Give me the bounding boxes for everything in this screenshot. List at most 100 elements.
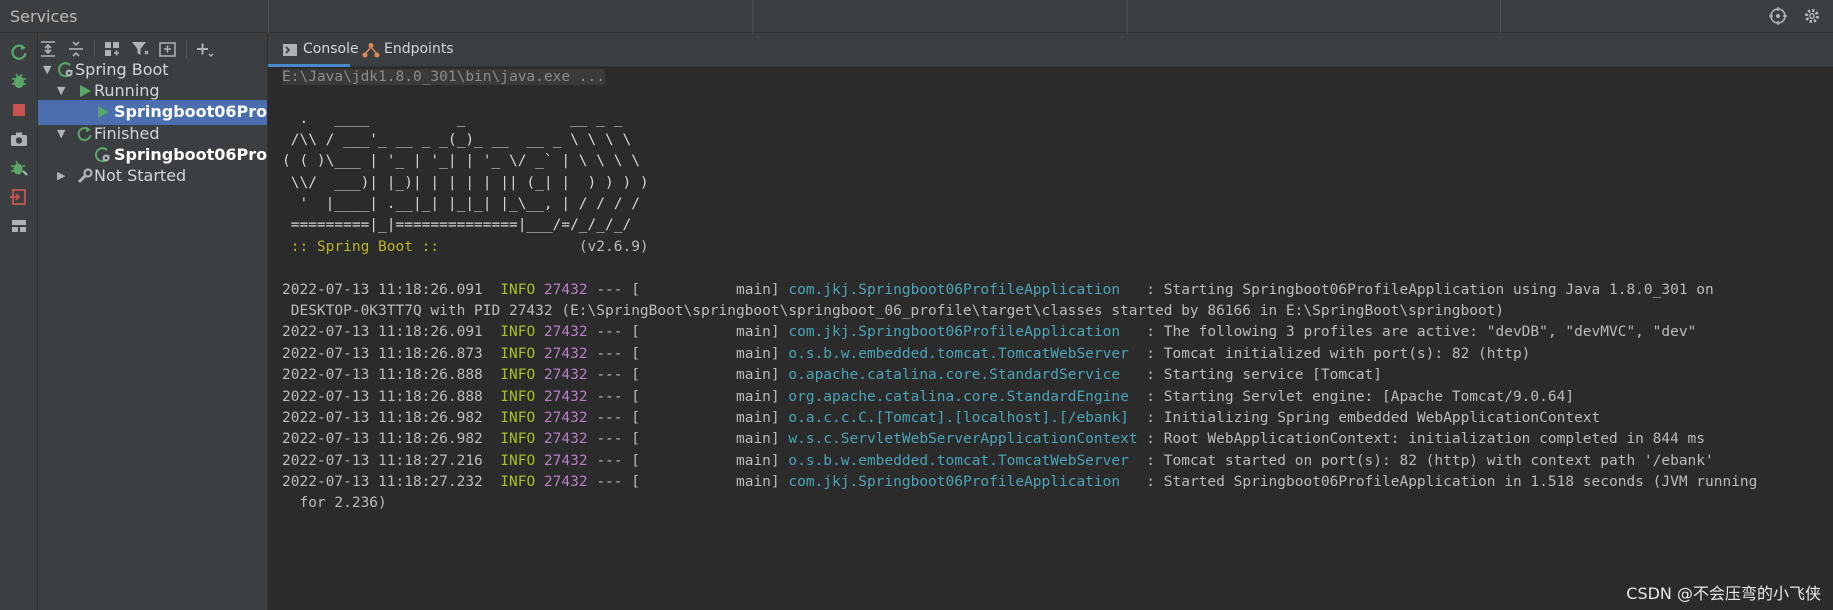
log-level: INFO: [500, 431, 536, 447]
services-tree-panel: ▼ Spring Boot ▼ Running Springboot06Prof…: [38, 33, 268, 610]
tab-endpoints[interactable]: Endpoints: [352, 33, 454, 67]
log-logger: com.jkj.Springboot06ProfileApplication: [788, 324, 1138, 340]
header-divider: [1500, 0, 1501, 33]
log-timestamp: 2022-07-13 11:18:26.888: [282, 389, 483, 405]
log-line-continuation: for 2.236): [282, 495, 387, 511]
details-tabs: Console Endpoints: [268, 33, 1833, 67]
toolbar-separator: [186, 40, 187, 58]
log-thread: --- [ main]: [596, 346, 780, 362]
tool-window-header: Services: [0, 0, 1833, 33]
log-timestamp: 2022-07-13 11:18:26.091: [282, 324, 483, 340]
group-by-icon[interactable]: [102, 39, 122, 59]
log-thread: --- [ main]: [596, 389, 780, 405]
header-divider: [752, 0, 753, 33]
log-thread: --- [ main]: [596, 324, 780, 340]
log-thread: --- [ main]: [596, 282, 780, 298]
log-message: : Starting Springboot06ProfileApplicatio…: [1137, 282, 1714, 298]
spring-boot-label: :: Spring Boot ::: [282, 239, 448, 255]
log-timestamp: 2022-07-13 11:18:27.216: [282, 453, 483, 469]
log-logger: o.apache.catalina.core.StandardService: [788, 367, 1138, 383]
log-timestamp: 2022-07-13 11:18:26.888: [282, 367, 483, 383]
debug-attach-icon[interactable]: [9, 158, 29, 178]
banner-line: . ____ _ __ _ _: [282, 111, 623, 127]
log-pid: 27432: [543, 346, 588, 362]
log-timestamp: 2022-07-13 11:18:27.232: [282, 474, 483, 490]
log-line: 2022-07-13 11:18:26.982 INFO 27432 --- […: [282, 408, 1600, 429]
log-message: : Initializing Spring embedded WebApplic…: [1137, 410, 1601, 426]
log-thread: --- [ main]: [596, 453, 780, 469]
rerun-icon[interactable]: [9, 42, 29, 62]
watermark: CSDN @不会压弯的小飞侠: [1626, 584, 1821, 603]
tree-node-label: Finished: [94, 124, 160, 143]
crosshair-icon[interactable]: [1768, 6, 1788, 26]
log-message: : Tomcat started on port(s): 82 (http) w…: [1137, 453, 1714, 469]
log-timestamp: 2022-07-13 11:18:26.873: [282, 346, 483, 362]
new-service-icon[interactable]: [158, 39, 178, 59]
tab-console[interactable]: Console: [268, 33, 359, 67]
log-thread: --- [ main]: [596, 410, 780, 426]
banner-line: \\/ ___)| |_)| | | | | || (_| | ) ) ) ): [282, 175, 649, 191]
tree-node-not-started[interactable]: ▶ Not Started: [38, 164, 267, 189]
layout-icon[interactable]: [9, 216, 29, 236]
console-output[interactable]: E:\Java\jdk1.8.0_301\bin\java.exe ... . …: [268, 67, 1833, 610]
log-pid: 27432: [543, 431, 588, 447]
expand-all-icon[interactable]: [38, 39, 58, 59]
log-pid: 27432: [543, 453, 588, 469]
log-level: INFO: [500, 389, 536, 405]
debug-icon[interactable]: [9, 71, 29, 91]
run-icon: [76, 82, 94, 100]
log-message: : Started Springboot06ProfileApplication…: [1137, 474, 1758, 490]
gear-icon[interactable]: [1802, 6, 1822, 26]
banner-line: /\\ / ___'_ __ _ _(_)_ __ __ _ \ \ \ \: [282, 132, 632, 148]
spring-boot-icon: [94, 146, 112, 164]
log-pid: 27432: [543, 367, 588, 383]
tree-node-label: Springboot06ProfileApplication: [114, 102, 268, 121]
spring-boot-icon: [57, 61, 75, 79]
log-pid: 27432: [543, 474, 588, 490]
banner-line: ' |____| .__|_| |_|_| |_\__, | / / / /: [282, 196, 640, 212]
log-thread: --- [ main]: [596, 431, 780, 447]
services-actions-toolbar: [0, 33, 38, 610]
log-line: 2022-07-13 11:18:26.873 INFO 27432 --- […: [282, 344, 1530, 365]
log-level: INFO: [500, 282, 536, 298]
toolbar-separator: [94, 40, 95, 58]
spring-boot-version: (v2.6.9): [447, 239, 649, 255]
log-logger: com.jkj.Springboot06ProfileApplication: [788, 474, 1138, 490]
exit-icon[interactable]: [9, 187, 29, 207]
log-line: 2022-07-13 11:18:26.888 INFO 27432 --- […: [282, 365, 1382, 386]
add-icon[interactable]: [194, 39, 214, 59]
chevron-right-icon[interactable]: ▶: [57, 168, 69, 184]
log-line: 2022-07-13 11:18:26.888 INFO 27432 --- […: [282, 387, 1574, 408]
log-message: : Starting service [Tomcat]: [1137, 367, 1383, 383]
console-icon: [282, 42, 298, 62]
run-icon: [94, 103, 112, 121]
tool-window-title: Services: [10, 7, 78, 26]
log-level: INFO: [500, 410, 536, 426]
log-level: INFO: [500, 474, 536, 490]
camera-icon[interactable]: [9, 129, 29, 149]
chevron-down-icon[interactable]: ▼: [57, 126, 69, 142]
log-logger: com.jkj.Springboot06ProfileApplication: [788, 282, 1138, 298]
log-thread: --- [ main]: [596, 474, 780, 490]
chevron-down-icon[interactable]: ▼: [57, 83, 69, 99]
log-logger: org.apache.catalina.core.StandardEngine: [788, 389, 1138, 405]
banner-line: =========|_|==============|___/=/_/_/_/: [282, 217, 632, 233]
collapse-all-icon[interactable]: [66, 39, 86, 59]
log-level: INFO: [500, 346, 536, 362]
stop-icon[interactable]: [9, 100, 29, 120]
tab-label: Endpoints: [384, 41, 454, 57]
log-message: : Root WebApplicationContext: initializa…: [1137, 431, 1706, 447]
tree-node-label: Not Started: [94, 166, 187, 185]
log-timestamp: 2022-07-13 11:18:26.091: [282, 282, 483, 298]
command-line: E:\Java\jdk1.8.0_301\bin\java.exe ...: [282, 69, 606, 85]
filter-icon[interactable]: [130, 39, 150, 59]
log-line: 2022-07-13 11:18:27.216 INFO 27432 --- […: [282, 451, 1714, 472]
log-level: INFO: [500, 453, 536, 469]
log-logger: o.a.c.c.C.[Tomcat].[localhost].[/ebank]: [788, 410, 1138, 426]
header-divider: [268, 0, 269, 33]
chevron-down-icon[interactable]: ▼: [43, 62, 55, 78]
log-logger: o.s.b.w.embedded.tomcat.TomcatWebServer: [788, 346, 1138, 362]
log-level: INFO: [500, 367, 536, 383]
tree-node-label: Springboot06ProfileApplication: [114, 145, 268, 164]
log-pid: 27432: [543, 324, 588, 340]
